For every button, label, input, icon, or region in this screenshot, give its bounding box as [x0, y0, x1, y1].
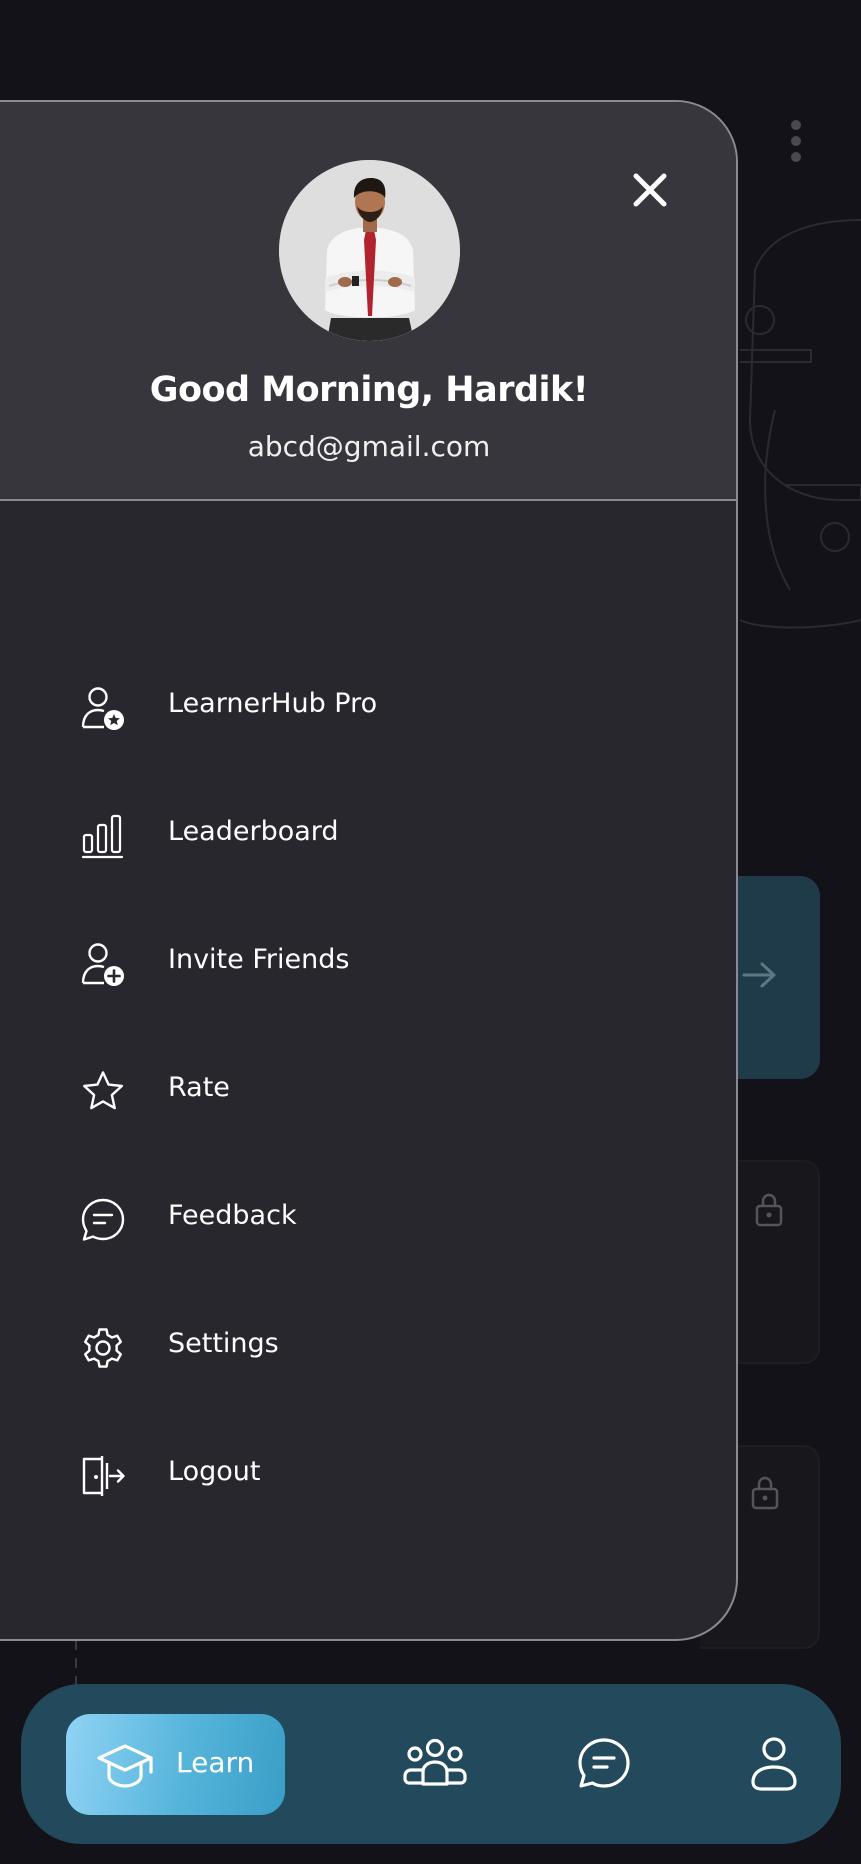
graduation-cap-icon: [97, 1744, 153, 1788]
menu-item-label: LearnerHub Pro: [168, 688, 378, 719]
nav-learn-button[interactable]: Learn: [66, 1714, 285, 1815]
close-icon[interactable]: [620, 160, 680, 220]
logout-icon: [82, 1456, 125, 1496]
nav-learn-label: Learn: [176, 1746, 255, 1779]
user-star-icon: [81, 687, 124, 730]
arrow-right-icon: [742, 962, 776, 988]
drawer-header: Good Morning, Hardik! abcd@gmail.com: [0, 102, 736, 501]
more-options-icon[interactable]: [786, 118, 806, 164]
menu-item-label: Invite Friends: [168, 944, 350, 975]
star-icon: [83, 1071, 123, 1110]
menu-item-rate[interactable]: Rate: [0, 1041, 736, 1141]
user-add-icon: [81, 943, 124, 986]
community-icon[interactable]: [395, 1724, 475, 1804]
menu-item-learnerhub-pro[interactable]: LearnerHub Pro: [0, 657, 736, 757]
lock-icon: [755, 1193, 783, 1227]
avatar: [279, 160, 460, 341]
bar-chart-icon: [81, 814, 124, 859]
message-icon: [81, 1198, 125, 1241]
menu-item-feedback[interactable]: Feedback: [0, 1169, 736, 1269]
bottom-navigation: Learn: [21, 1684, 841, 1844]
user-email: abcd@gmail.com: [247, 430, 491, 463]
menu-item-label: Leaderboard: [168, 816, 339, 847]
menu-item-label: Feedback: [168, 1200, 297, 1231]
menu-item-invite-friends[interactable]: Invite Friends: [0, 913, 736, 1013]
menu-item-logout[interactable]: Logout: [0, 1425, 736, 1525]
profile-icon[interactable]: [734, 1724, 814, 1804]
navigation-drawer: Good Morning, Hardik! abcd@gmail.com Lea…: [0, 100, 738, 1641]
chat-icon[interactable]: [564, 1724, 644, 1804]
path-connector: [75, 1640, 77, 1690]
menu-item-leaderboard[interactable]: Leaderboard: [0, 785, 736, 885]
gear-icon: [84, 1328, 122, 1368]
menu-item-settings[interactable]: Settings: [0, 1297, 736, 1397]
greeting-text: Good Morning, Hardik!: [149, 370, 589, 410]
menu-item-label: Rate: [168, 1072, 230, 1103]
lock-icon: [751, 1476, 779, 1510]
menu-item-label: Logout: [168, 1456, 261, 1487]
menu-item-label: Settings: [168, 1328, 279, 1359]
